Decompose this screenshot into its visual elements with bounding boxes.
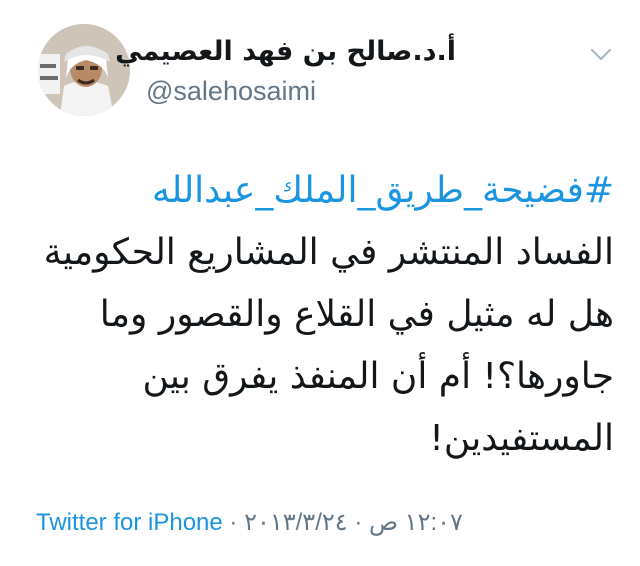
tweet-line: هل له مثيل في القلاع والقصور وما: [99, 294, 614, 335]
more-options-button[interactable]: [590, 46, 612, 64]
tweet-card: أ.د.صالح بن فهد العصيمي @salehosaimi #فض…: [0, 0, 640, 566]
meta-separator: ·: [222, 509, 245, 536]
user-names: أ.د.صالح بن فهد العصيمي @salehosaimi: [115, 34, 456, 108]
tweet-meta: Twitter for iPhone · ٢٠١٣/٣/٢٤ · ١٢:٠٧ ص: [36, 508, 463, 537]
hashtag-link[interactable]: #فضيحة_طريق_الملك_عبدالله: [14, 160, 614, 222]
display-name[interactable]: أ.د.صالح بن فهد العصيمي: [115, 34, 456, 70]
source-link[interactable]: Twitter for iPhone: [36, 509, 223, 536]
tweet-line: المستفيدين!: [429, 418, 614, 459]
tweet-line: جاورها؟! أم أن المنفذ يفرق بين: [142, 356, 615, 397]
user-handle[interactable]: @salehosaimi: [146, 74, 456, 108]
chevron-down-icon: [590, 48, 612, 61]
tweet-time[interactable]: ١٢:٠٧ ص: [369, 509, 463, 536]
tweet-date[interactable]: ٢٠١٣/٣/٢٤: [244, 509, 348, 536]
tweet-text: #فضيحة_طريق_الملك_عبدالله الفساد المنتشر…: [14, 160, 614, 470]
tweet-line: الفساد المنتشر في المشاريع الحكومية: [43, 232, 614, 273]
meta-separator: ·: [347, 509, 369, 536]
